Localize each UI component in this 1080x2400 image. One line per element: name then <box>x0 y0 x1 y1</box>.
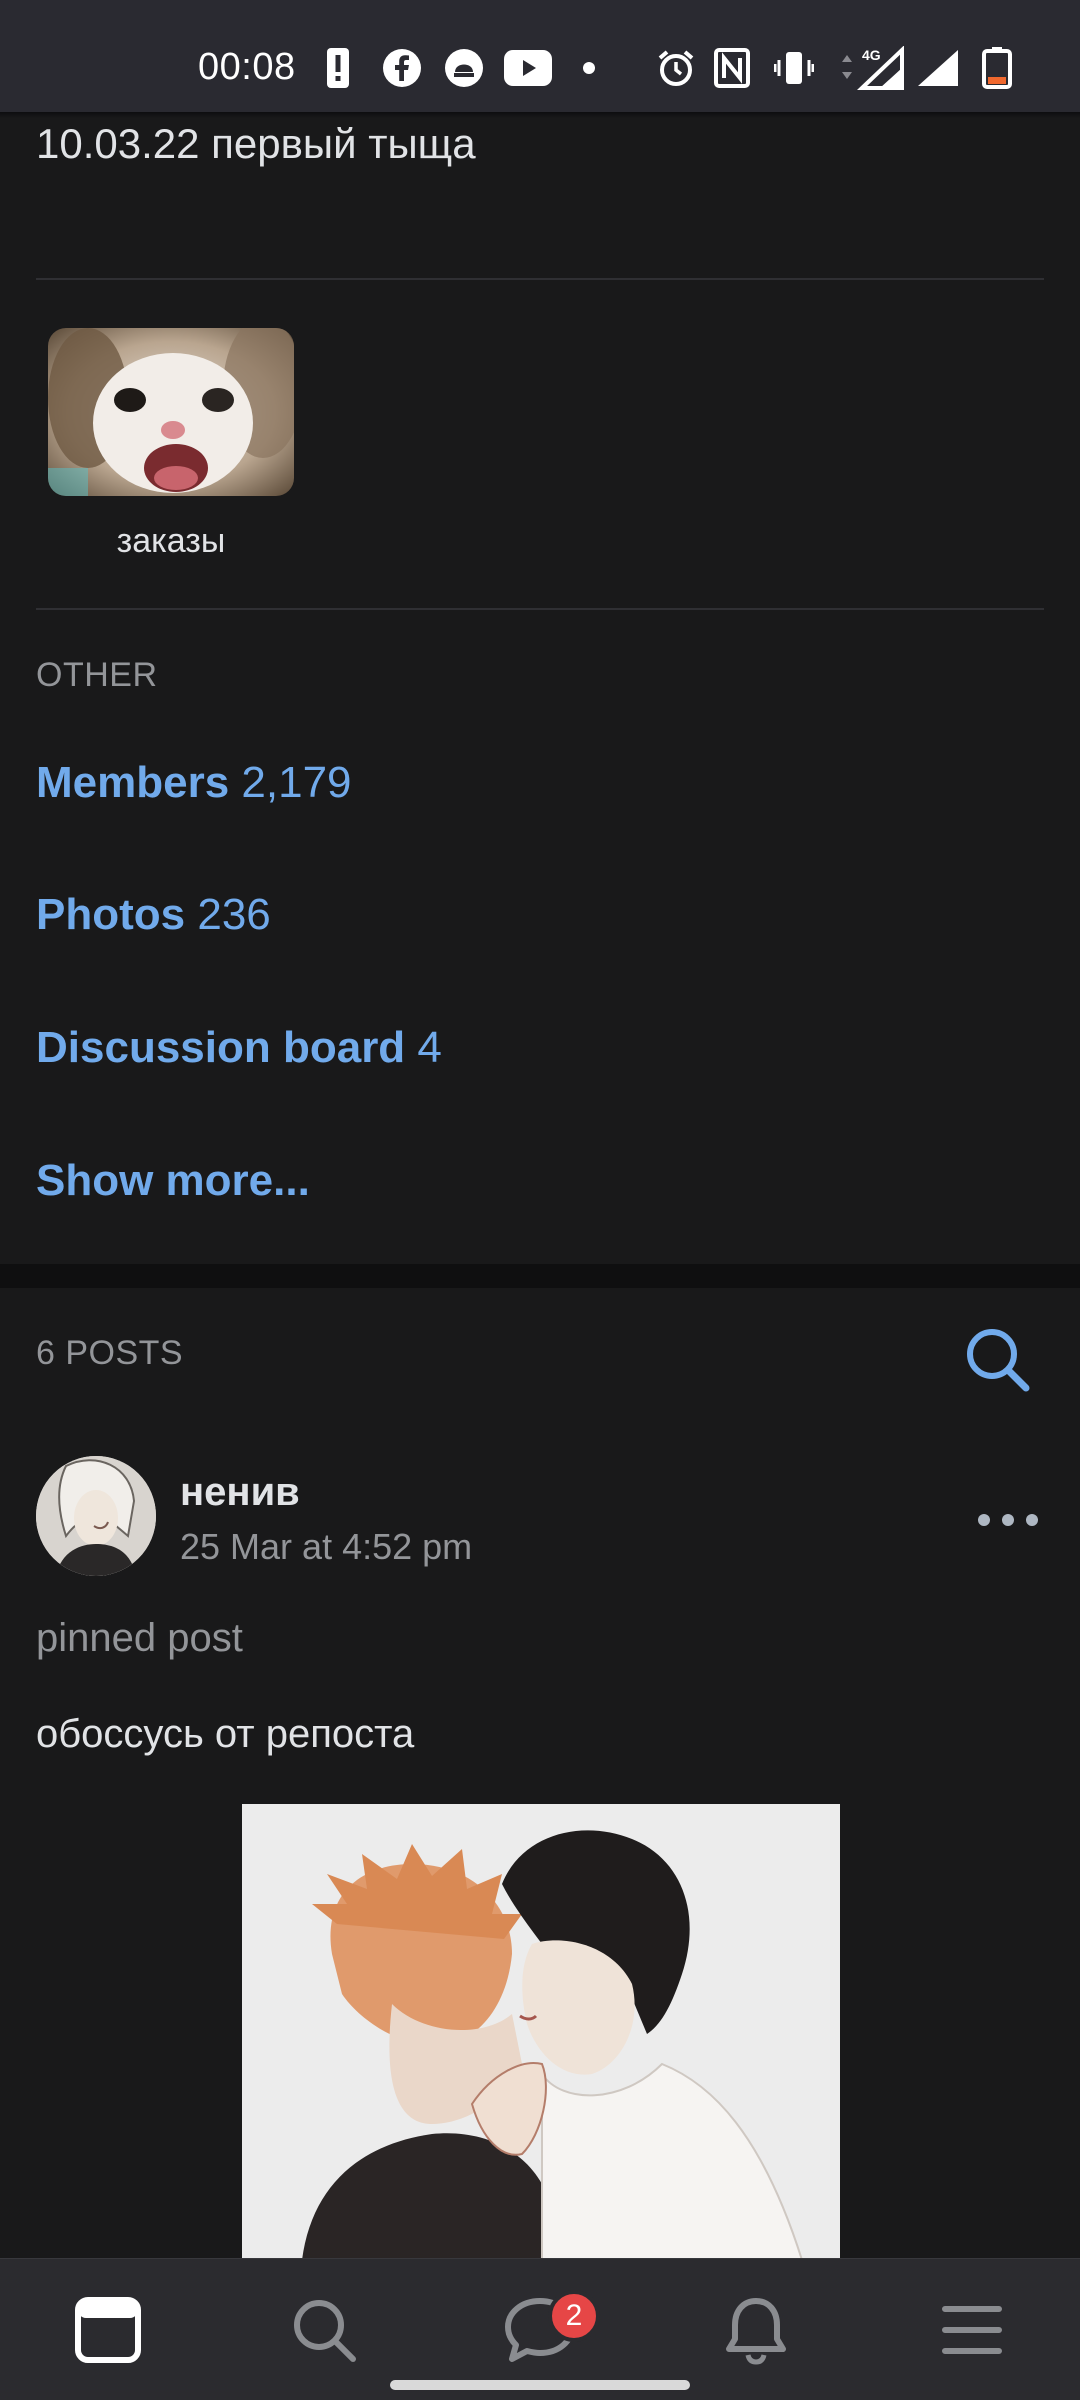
divider <box>36 608 1044 610</box>
album-label[interactable]: заказы <box>48 522 294 561</box>
members-label: Members <box>36 758 230 807</box>
post-author[interactable]: ненив <box>180 1470 300 1515</box>
menu-icon <box>942 2306 1002 2354</box>
svg-text:4G: 4G <box>862 47 881 63</box>
dot-icon <box>582 48 596 88</box>
status-bar-shadow <box>0 112 1080 118</box>
post-more-button[interactable] <box>978 1500 1038 1540</box>
post-image[interactable] <box>242 1804 840 2260</box>
search-posts-button[interactable] <box>960 1322 1036 1398</box>
members-link[interactable]: Members 2,179 <box>36 758 352 808</box>
alert-icon <box>326 48 350 88</box>
search-icon <box>294 2300 356 2362</box>
post-text: обоссусь от репоста <box>36 1712 415 1756</box>
more-dot <box>1002 1514 1014 1526</box>
alarm-icon <box>656 48 696 88</box>
discussion-board-label: Discussion board <box>36 1023 406 1072</box>
avatar[interactable] <box>36 1456 156 1576</box>
show-more-link[interactable]: Show more... <box>36 1156 310 1206</box>
tab-menu[interactable] <box>932 2290 1012 2370</box>
more-dot <box>978 1514 990 1526</box>
signal-icon <box>916 48 960 88</box>
status-time: 00:08 <box>198 46 296 88</box>
messages-badge: 2 <box>548 2290 600 2342</box>
photos-link[interactable]: Photos 236 <box>36 890 271 940</box>
gesture-navigation-bar[interactable] <box>390 2380 690 2390</box>
more-dot <box>1026 1514 1038 1526</box>
youtube-icon <box>504 48 552 88</box>
nfc-icon <box>712 48 752 88</box>
signal-4g-icon: 4G <box>836 46 906 90</box>
facebook-icon <box>382 48 422 88</box>
discussion-board-count: 4 <box>417 1023 442 1072</box>
post-illustration <box>242 1804 840 2260</box>
photos-count: 236 <box>197 890 271 939</box>
show-more-label: Show more... <box>36 1156 310 1205</box>
photos-label: Photos <box>36 890 186 939</box>
divider <box>36 278 1044 280</box>
notifications-icon <box>726 2298 786 2365</box>
feed-icon <box>75 2297 141 2363</box>
tab-search[interactable] <box>284 2290 364 2370</box>
pinned-label: pinned post <box>36 1616 243 1660</box>
status-bar: 00:08 4G <box>0 0 1080 112</box>
section-separator <box>0 1264 1080 1288</box>
post-date[interactable]: 25 Mar at 4:52 pm <box>180 1526 472 1568</box>
discussion-board-link[interactable]: Discussion board 4 <box>36 1023 442 1073</box>
section-title-other: OTHER <box>36 656 158 694</box>
search-icon <box>967 1329 1030 1392</box>
vibrate-icon <box>774 48 814 88</box>
tab-feed[interactable] <box>68 2290 148 2370</box>
battery-low-icon <box>982 47 1012 89</box>
tab-notifications[interactable] <box>716 2290 796 2370</box>
album-cover-image <box>48 328 294 496</box>
album-thumbnail[interactable] <box>48 328 294 496</box>
author-avatar-image <box>36 1456 156 1576</box>
group-description: 10.03.22 первый тыща <box>36 120 476 167</box>
members-count: 2,179 <box>241 758 352 807</box>
posts-count-title: 6 POSTS <box>36 1334 184 1372</box>
vpn-icon <box>444 48 484 88</box>
